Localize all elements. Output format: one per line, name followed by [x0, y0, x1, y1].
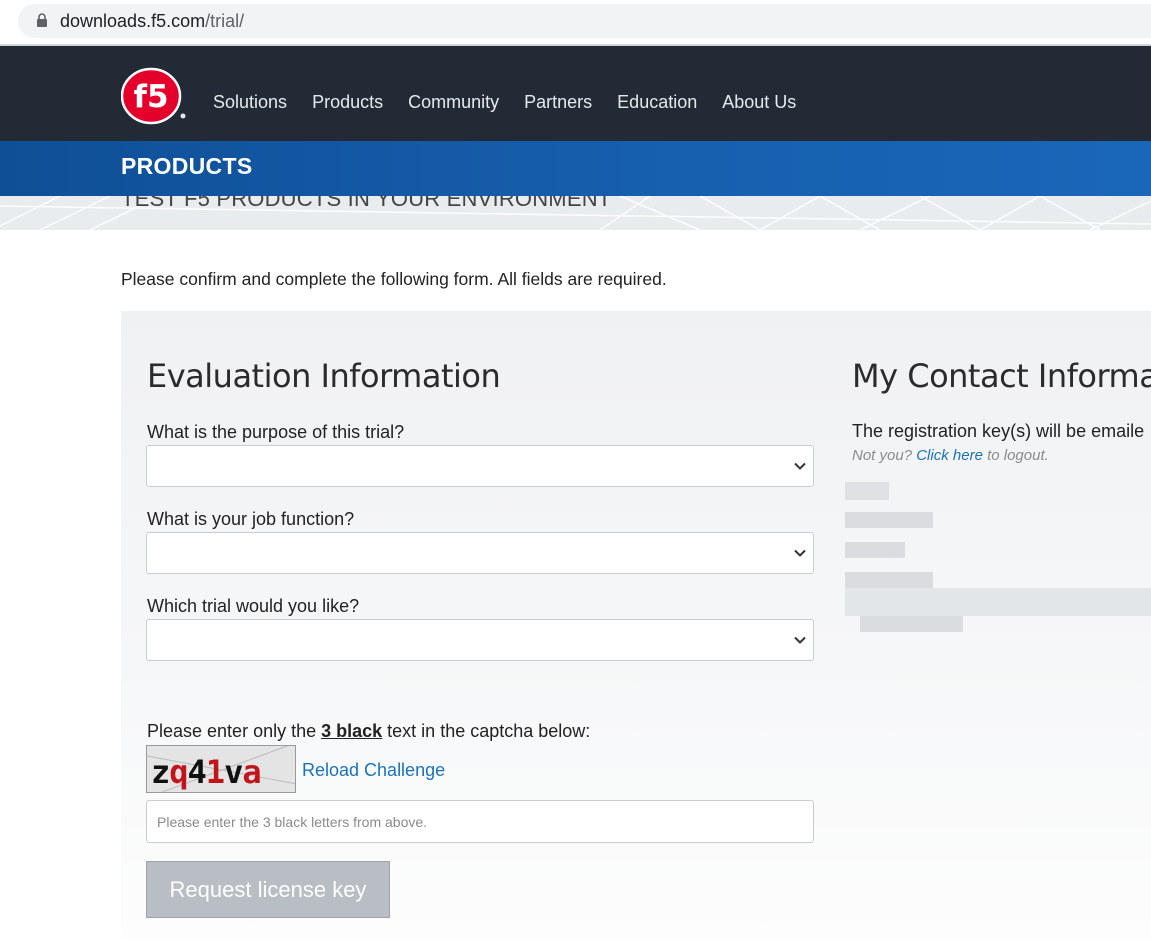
evaluation-heading: Evaluation Information: [147, 357, 501, 395]
captcha-image: zq41va: [146, 745, 296, 793]
url-text[interactable]: downloads.f5.com/trial/: [60, 11, 244, 32]
logo-text: f5: [133, 79, 168, 115]
contact-heading: My Contact Informati: [852, 357, 1151, 395]
hero-subtitle: TEST F5 PRODUCTS IN YOUR ENVIRONMENT: [121, 196, 612, 211]
nav-item-solutions[interactable]: Solutions: [213, 92, 287, 113]
nav-item-partners[interactable]: Partners: [524, 92, 592, 113]
banner-title: PRODUCTS: [121, 153, 253, 179]
contact-info-text: The registration key(s) will be emaile: [852, 421, 1145, 441]
nav-item-about-us[interactable]: About Us: [722, 92, 796, 113]
captcha-label-end: text in the captcha below:: [382, 721, 591, 741]
form-intro: Please confirm and complete the followin…: [121, 269, 667, 289]
trial-type-select[interactable]: [146, 619, 814, 661]
chevron-down-icon: [794, 549, 806, 557]
trial-type-label: Which trial would you like?: [147, 596, 360, 616]
hero-strip: TEST F5 PRODUCTS IN YOUR ENVIRONMENT: [0, 196, 1151, 230]
to-logout-text: to logout.: [987, 447, 1049, 464]
nav-item-products[interactable]: Products: [312, 92, 383, 113]
products-banner: PRODUCTS: [0, 141, 1151, 196]
job-function-select[interactable]: [146, 532, 814, 574]
captcha-input[interactable]: [146, 800, 814, 843]
captcha-label-start: Please enter only the: [147, 721, 322, 741]
nav-item-community[interactable]: Community: [408, 92, 499, 113]
captcha-label-bold: 3 black: [321, 721, 383, 741]
not-you-text: Not you?: [852, 447, 913, 464]
reload-challenge-link[interactable]: Reload Challenge: [302, 760, 445, 781]
chevron-down-icon: [794, 636, 806, 644]
f5-logo[interactable]: f5: [121, 67, 187, 125]
main-menu: Solutions Products Community Partners Ed…: [213, 92, 821, 113]
url-host: downloads.f5.com: [60, 11, 206, 31]
job-function-label: What is your job function?: [147, 509, 355, 529]
svg-text:zq41va: zq41va: [151, 753, 261, 791]
nav-item-education[interactable]: Education: [617, 92, 697, 113]
captcha-instructions: Please enter only the 3 black text in th…: [147, 721, 590, 742]
top-navigation: f5 Solutions Products Community Partners…: [0, 46, 1151, 141]
purpose-select[interactable]: [146, 445, 814, 487]
purpose-label: What is the purpose of this trial?: [147, 422, 405, 442]
request-license-key-button[interactable]: Request license key: [146, 861, 390, 918]
url-path: /trial/: [205, 11, 245, 31]
lock-icon: [37, 13, 47, 27]
click-here-logout-link[interactable]: Click here: [916, 447, 983, 464]
chevron-down-icon: [794, 462, 806, 470]
browser-address-bar: downloads.f5.com/trial/: [0, 0, 1151, 44]
not-you-line: Not you? Click here to logout.: [852, 447, 1049, 464]
